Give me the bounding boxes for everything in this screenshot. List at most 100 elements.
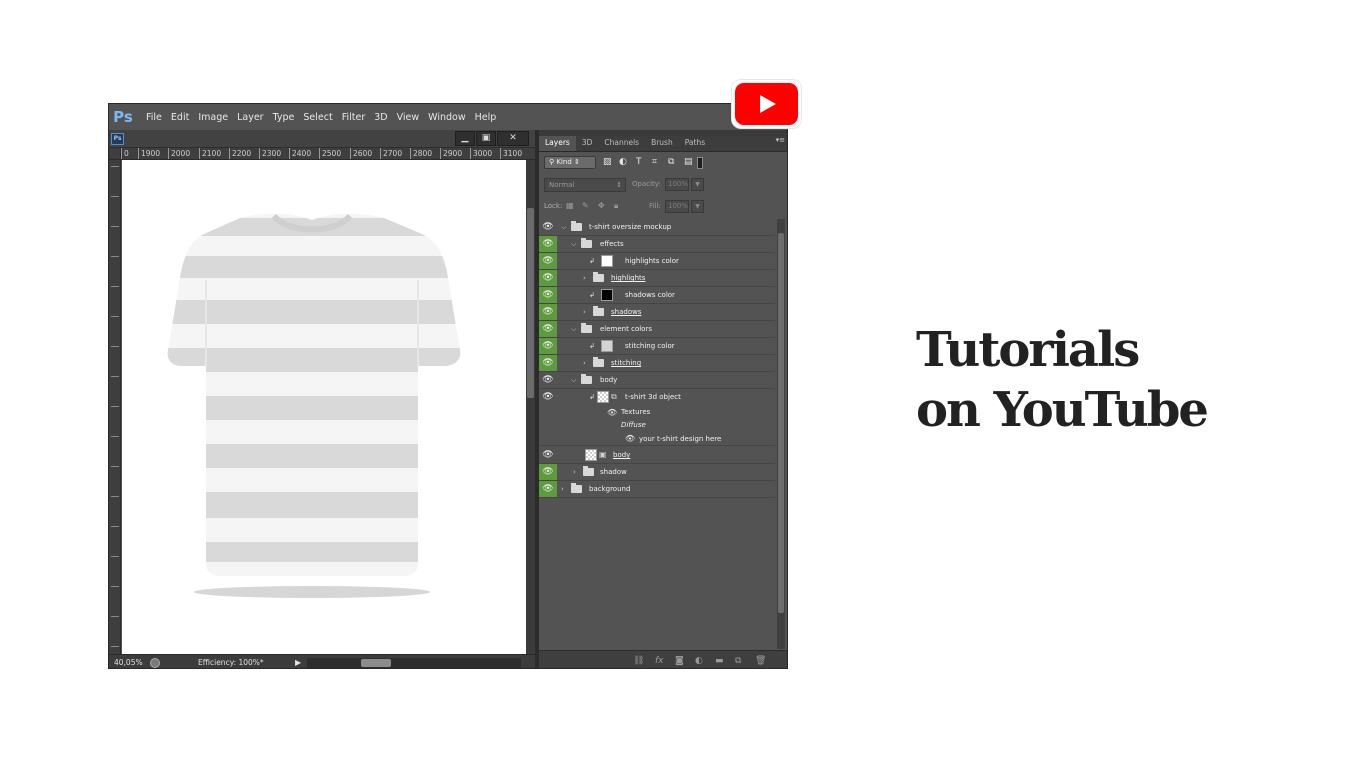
layer-row[interactable]: 👁︎ › background (539, 481, 775, 498)
layer-row[interactable]: 👁︎ › shadows (539, 304, 775, 321)
lock-transparent-icon[interactable]: ▦ (566, 200, 574, 212)
zoom-level[interactable]: 40,05% (114, 656, 143, 668)
lock-all-icon[interactable]: 🔒︎ (614, 200, 618, 212)
layer-row[interactable]: 👁︎ Textures (539, 406, 775, 419)
layer-row[interactable]: 👁︎ ⌵ element colors (539, 321, 775, 338)
visibility-eye-icon[interactable]: 👁︎ (607, 406, 617, 419)
menu-file[interactable]: File (146, 112, 162, 123)
artboard-filter-icon[interactable]: ▤ (684, 157, 693, 168)
canvas-vertical-scrollbar[interactable] (526, 160, 535, 654)
ruler-label: 2800 (410, 148, 432, 159)
visibility-eye-icon[interactable]: 👁︎ (625, 432, 635, 446)
document-canvas[interactable] (122, 160, 526, 654)
menu-layer[interactable]: Layer (237, 112, 264, 123)
chevron-down-icon[interactable]: ⌵ (571, 236, 576, 252)
fill-dropdown-icon[interactable]: ▼ (691, 200, 704, 213)
visibility-eye-icon[interactable]: 👁︎ (539, 321, 557, 337)
menu-filter[interactable]: Filter (342, 112, 366, 123)
filter-toggle[interactable] (697, 157, 703, 169)
vertical-ruler[interactable] (109, 160, 121, 654)
menu-select[interactable]: Select (303, 112, 332, 123)
shape-filter-icon[interactable]: ⌗ (652, 157, 657, 168)
chevron-right-icon[interactable]: › (583, 304, 586, 320)
visibility-eye-icon[interactable]: 👁︎ (539, 270, 557, 286)
filter-kind-select[interactable]: ⚲ Kind ⇕ (544, 156, 596, 169)
visibility-eye-icon[interactable]: 👁︎ (539, 355, 557, 371)
visibility-eye-icon[interactable]: 👁︎ (539, 253, 557, 269)
close-button[interactable]: ✕ (497, 131, 529, 146)
layer-row[interactable]: 👁︎ ⌵ t-shirt oversize mockup (539, 219, 775, 236)
opacity-input[interactable]: 100% (665, 178, 689, 191)
opacity-dropdown-icon[interactable]: ▼ (691, 178, 704, 191)
visibility-eye-icon[interactable]: 👁︎ (539, 372, 557, 388)
adjustment-filter-icon[interactable]: ◐ (619, 157, 627, 168)
scrollbar-thumb[interactable] (778, 233, 784, 613)
maximize-button[interactable]: ▣ (476, 131, 496, 146)
menu-3d[interactable]: 3D (374, 112, 387, 123)
chevron-down-icon[interactable]: ⌵ (571, 321, 576, 337)
visibility-eye-icon[interactable]: 👁︎ (539, 338, 557, 354)
tab-channels[interactable]: Channels (598, 136, 645, 151)
tab-3d[interactable]: 3D (576, 136, 599, 151)
chevron-right-icon[interactable]: › (583, 270, 586, 286)
chevron-right-icon[interactable]: › (573, 464, 576, 480)
tab-layers[interactable]: Layers (539, 136, 576, 151)
layer-row[interactable]: 👁︎ › highlights (539, 270, 775, 287)
visibility-eye-icon[interactable]: 👁︎ (539, 464, 557, 480)
chevron-right-icon[interactable]: › (583, 355, 586, 371)
scrollbar-thumb[interactable] (361, 659, 391, 667)
adjustment-layer-icon[interactable]: ◐ (695, 654, 703, 668)
layer-row[interactable]: 👁︎ your t-shirt design here (539, 432, 775, 446)
menu-type[interactable]: Type (273, 112, 295, 123)
menu-view[interactable]: View (397, 112, 420, 123)
status-icon[interactable] (150, 658, 160, 668)
layer-row[interactable]: 👁︎ ↲ shadows color (539, 287, 775, 304)
menu-window[interactable]: Window (428, 112, 465, 123)
tab-paths[interactable]: Paths (679, 136, 711, 151)
menu-edit[interactable]: Edit (171, 112, 189, 123)
visibility-eye-icon[interactable]: 👁︎ (539, 481, 557, 497)
blend-mode-select[interactable]: Normal ⇕ (544, 178, 626, 192)
layer-row[interactable]: 👁︎ ↲ stitching color (539, 338, 775, 355)
fill-input[interactable]: 100% (665, 200, 689, 213)
layer-row[interactable]: 👁︎ › stitching (539, 355, 775, 372)
chevron-down-icon[interactable]: ⌵ (571, 372, 576, 388)
smart-object-filter-icon[interactable]: ⧉ (668, 157, 674, 168)
type-filter-icon[interactable]: T (636, 157, 642, 168)
status-menu-arrow-icon[interactable]: ▶ (295, 656, 301, 668)
minimize-button[interactable]: ▁ (455, 131, 475, 146)
layer-row[interactable]: 👁︎ ↲ highlights color (539, 253, 775, 270)
layer-row[interactable]: 👁︎ ↲ ⧉ t-shirt 3d object (539, 389, 775, 406)
youtube-logo[interactable] (731, 79, 802, 129)
fx-icon[interactable]: fx (655, 654, 664, 668)
trash-icon[interactable]: 🗑︎ (755, 654, 766, 668)
horizontal-ruler[interactable]: 0 1900 2000 2100 2200 2300 2400 2500 260… (121, 148, 535, 160)
tab-brush[interactable]: Brush (645, 136, 679, 151)
visibility-eye-icon[interactable]: 👁︎ (539, 304, 557, 320)
visibility-eye-icon[interactable]: 👁︎ (539, 447, 557, 463)
lock-position-icon[interactable]: ✥ (598, 200, 605, 212)
layer-list-scrollbar[interactable] (777, 219, 785, 649)
lock-pixels-icon[interactable]: ✎ (582, 200, 589, 212)
layer-row[interactable]: 👁︎ ▣ body (539, 447, 775, 464)
scrollbar-thumb[interactable] (527, 208, 534, 398)
layer-row[interactable]: 👁︎ ⌵ body (539, 372, 775, 389)
canvas-horizontal-scrollbar[interactable] (307, 658, 521, 668)
link-layers-icon[interactable]: ⛓︎ (633, 654, 644, 668)
visibility-eye-icon[interactable]: 👁︎ (539, 236, 557, 252)
new-group-icon[interactable]: ▬ (715, 654, 724, 668)
menu-image[interactable]: Image (198, 112, 228, 123)
visibility-eye-icon[interactable]: 👁︎ (539, 389, 557, 405)
layer-row[interactable]: 👁︎ › shadow (539, 464, 775, 481)
menu-help[interactable]: Help (475, 112, 497, 123)
add-mask-icon[interactable]: ◙ (675, 654, 684, 668)
layer-row[interactable]: Diffuse (539, 419, 775, 432)
pixel-filter-icon[interactable]: ▨ (603, 157, 612, 168)
chevron-down-icon[interactable]: ⌵ (561, 219, 566, 235)
visibility-eye-icon[interactable]: 👁︎ (539, 219, 557, 235)
chevron-right-icon[interactable]: › (561, 481, 564, 497)
layer-row[interactable]: 👁︎ ⌵ effects (539, 236, 775, 253)
panel-menu-icon[interactable]: ▾≡ (776, 136, 785, 144)
visibility-eye-icon[interactable]: 👁︎ (539, 287, 557, 303)
new-layer-icon[interactable]: ⧉ (735, 654, 741, 668)
